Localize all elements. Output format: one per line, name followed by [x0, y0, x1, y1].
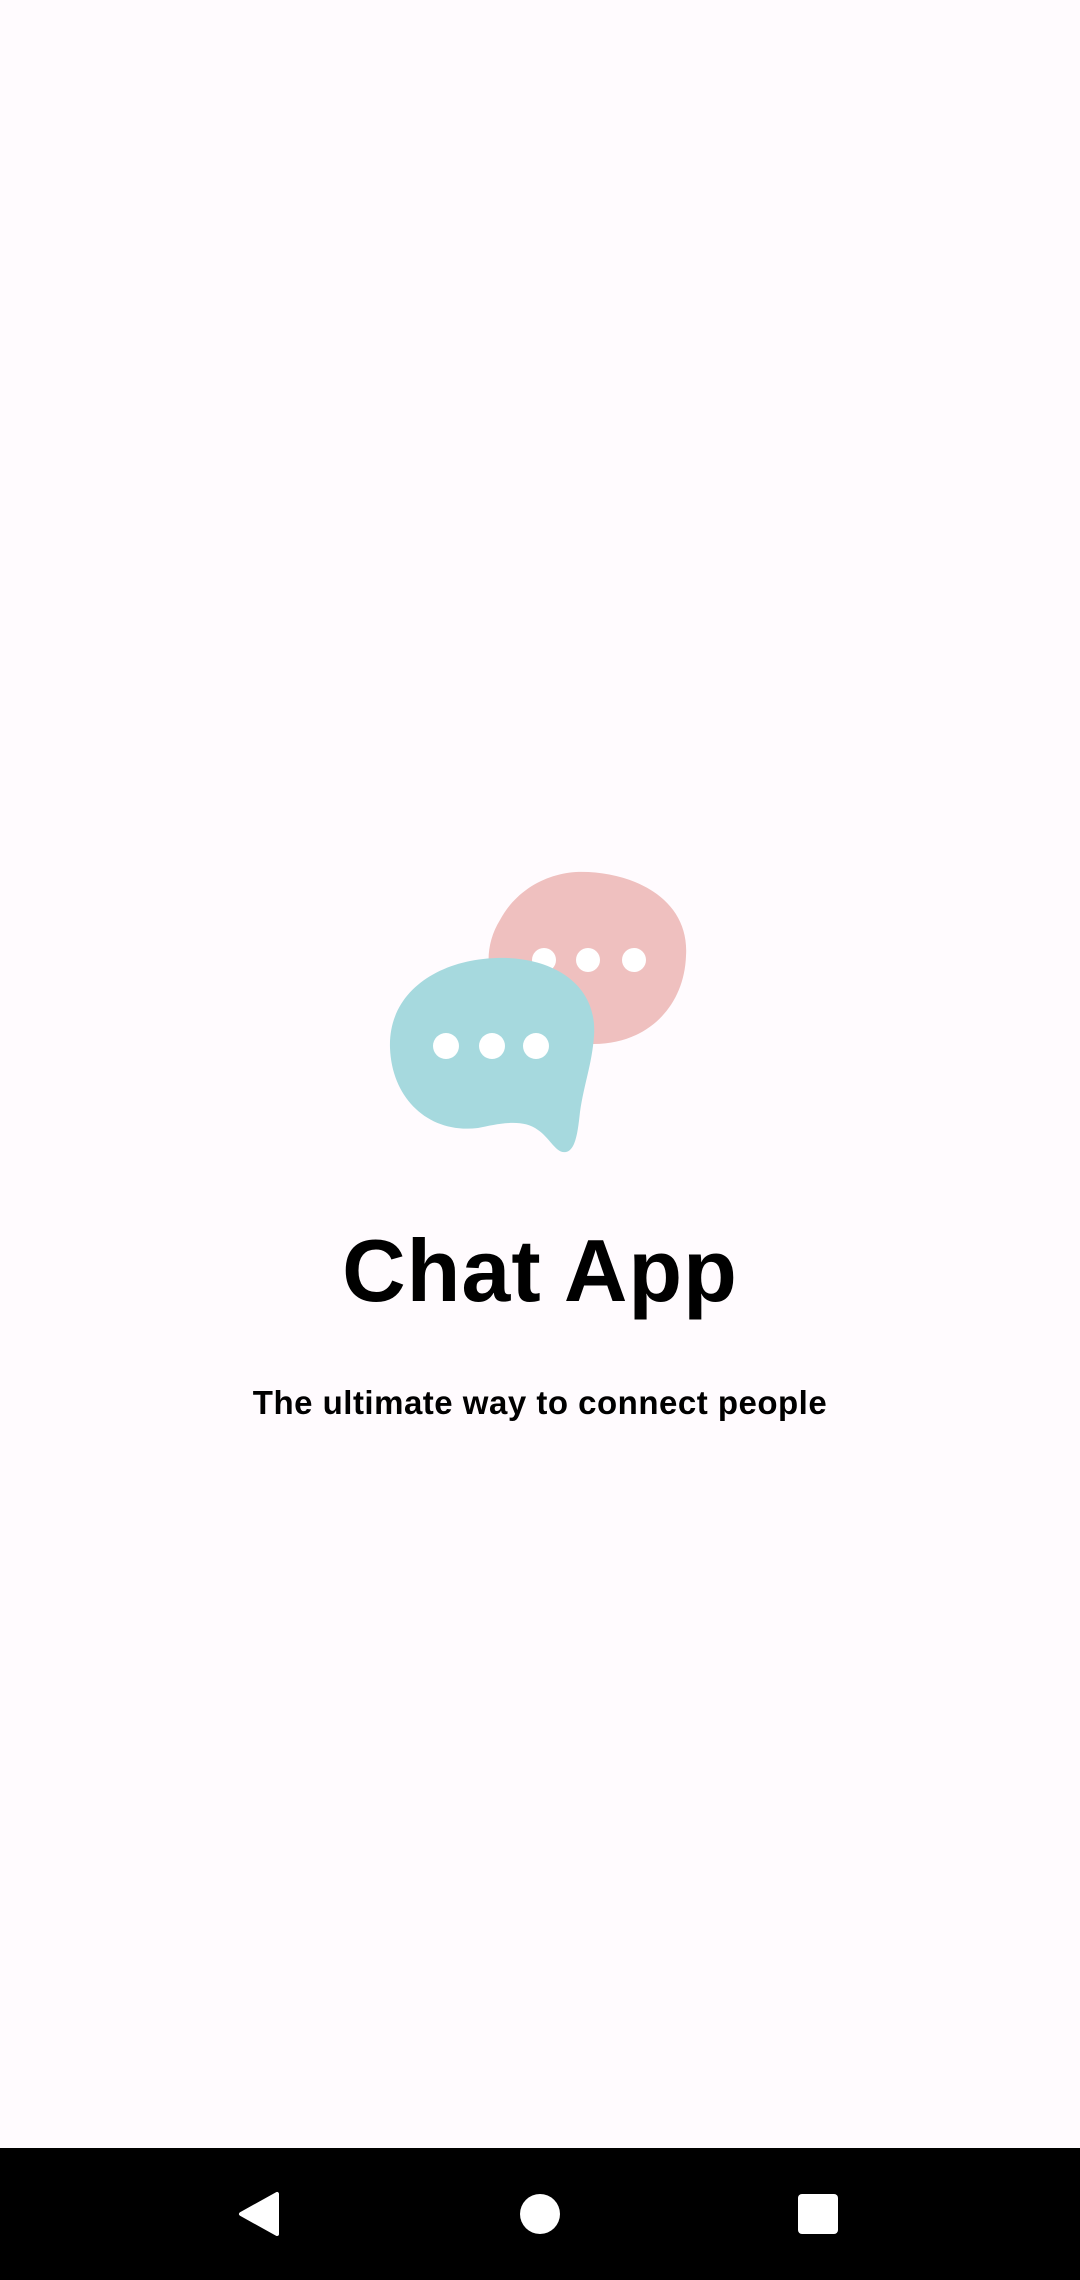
back-triangle-icon	[239, 2192, 279, 2236]
app-title: Chat App	[342, 1221, 738, 1320]
app-tagline: The ultimate way to connect people	[252, 1384, 828, 1421]
system-navigation-bar	[0, 2148, 1080, 2280]
back-bubble-dot	[576, 948, 600, 972]
nav-back-button[interactable]	[199, 2148, 319, 2280]
nav-recents-button[interactable]	[758, 2148, 878, 2280]
chat-bubbles-icon	[389, 871, 687, 1153]
front-bubble-dot	[433, 1033, 459, 1059]
home-circle-icon	[520, 2194, 560, 2234]
front-bubble-dot	[523, 1033, 549, 1059]
back-bubble-dot	[622, 948, 646, 972]
splash-screen: Chat App The ultimate way to connect peo…	[0, 0, 1080, 2148]
recents-square-icon	[798, 2194, 838, 2234]
front-bubble-dot	[479, 1033, 505, 1059]
nav-home-button[interactable]	[480, 2148, 600, 2280]
